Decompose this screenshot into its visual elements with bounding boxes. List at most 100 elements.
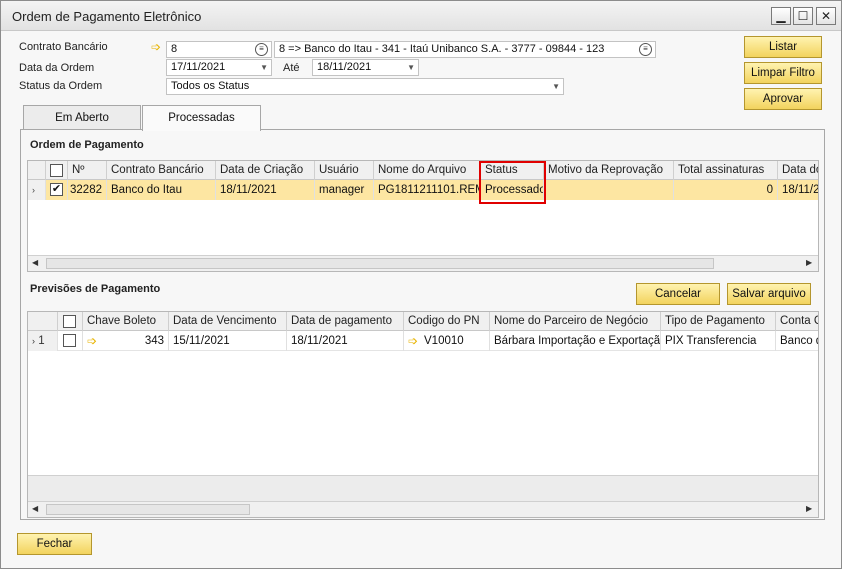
ordem-section-title: Ordem de Pagamento [30,139,144,151]
link-arrow-icon[interactable]: ➩ [87,335,97,347]
grid-footer [28,475,818,501]
payment-order-window: Ordem de Pagamento Eletrônico ▁ ☐ ✕ Cont… [0,0,842,569]
contrato-value: 8 [171,43,178,55]
cell-data-criacao: 18/11/2021 [216,180,315,200]
previsoes-grid-header: Chave Boleto Data de Vencimento Data de … [28,312,818,331]
tab-em-aberto[interactable]: Em Aberto [23,105,141,130]
row-header-column [28,312,58,331]
maximize-button[interactable]: ☐ [793,7,813,25]
previsoes-horizontal-scrollbar[interactable]: ◀ ▶ [28,501,818,517]
scroll-left-icon[interactable]: ◀ [32,258,38,267]
cell-data-do: 18/11/2 [782,184,818,196]
scrollbar-thumb[interactable] [46,504,250,515]
status-select-value: Todos os Status [171,80,250,92]
col-chave-boleto[interactable]: Chave Boleto [83,312,169,331]
link-arrow-icon[interactable]: ➩ [151,41,161,53]
salvar-arquivo-button[interactable]: Salvar arquivo [727,283,811,305]
cell-contrato: Banco do Itau [107,180,216,200]
cell-motivo [544,180,674,200]
cell-conta: Banco d [780,335,818,347]
cell-parceiro: Bárbara Importação e Exportação [490,331,661,351]
col-tipo-pagamento[interactable]: Tipo de Pagamento [661,312,776,331]
col-conta[interactable]: Conta C [776,312,818,331]
choose-list-icon[interactable]: ≡ [255,43,268,56]
date-to-input[interactable]: 18/11/2021 ▼ [312,59,419,76]
scrollbar-thumb[interactable] [46,258,714,269]
scroll-left-icon[interactable]: ◀ [32,504,38,513]
col-total-assinaturas[interactable]: Total assinaturas [674,161,778,180]
fechar-button[interactable]: Fechar [17,533,92,555]
window-title: Ordem de Pagamento Eletrônico [12,9,202,24]
row-header-column [28,161,46,180]
link-arrow-icon[interactable]: ➩ [408,335,418,347]
select-all-column[interactable] [58,312,83,331]
close-button[interactable]: ✕ [816,7,836,25]
contrato-desc-text: 8 => Banco do Itau - 341 - Itaú Unibanco… [279,43,605,55]
col-data-do[interactable]: Data do [778,161,818,180]
chevron-down-icon[interactable]: ▼ [407,60,415,75]
previsoes-grid: Chave Boleto Data de Vencimento Data de … [27,311,819,518]
scroll-right-icon[interactable]: ▶ [806,504,812,513]
date-from-value: 17/11/2021 [171,61,226,73]
chave-value: 343 [144,335,164,347]
data-ordem-label: Data da Ordem [19,62,95,74]
aprovar-button[interactable]: Aprovar [744,88,822,110]
col-data-criacao[interactable]: Data de Criação [216,161,315,180]
select-all-column[interactable] [46,161,68,180]
row-select-cell[interactable] [58,331,83,351]
tab-processadas[interactable]: Processadas [142,105,261,131]
date-from-input[interactable]: 17/11/2021 ▼ [166,59,272,76]
row-index: 1 [38,335,45,347]
cell-data-vencimento: 15/11/2021 [169,331,287,351]
cell-codigo-pn: ➩ V10010 [404,331,490,351]
title-bar: Ordem de Pagamento Eletrônico ▁ ☐ ✕ [1,1,841,31]
col-parceiro[interactable]: Nome do Parceiro de Negócio [490,312,661,331]
col-motivo[interactable]: Motivo da Reprovação [544,161,674,180]
contrato-description: 8 => Banco do Itau - 341 - Itaú Unibanco… [274,41,656,58]
ate-label: Até [283,62,300,74]
row-select-cell[interactable]: ✔ [46,180,68,200]
cell-data-pagamento: 18/11/2021 [287,331,404,351]
status-ordem-label: Status da Ordem [19,80,103,92]
table-row[interactable]: › ✔ 32282 Banco do Itau 18/11/2021 manag… [28,180,818,200]
ordem-grid-header: Nº Contrato Bancário Data de Criação Usu… [28,161,818,180]
col-numero[interactable]: Nº [68,161,107,180]
status-highlight-box [479,161,546,204]
ordem-grid: Nº Contrato Bancário Data de Criação Usu… [27,160,819,272]
col-arquivo[interactable]: Nome do Arquivo [374,161,481,180]
table-row[interactable]: › 1 ➩ 343 15/11/2021 18/11/2021 ➩ V10010 B… [28,331,818,351]
col-contrato[interactable]: Contrato Bancário [107,161,216,180]
status-select[interactable]: Todos os Status ▼ [166,78,564,95]
ordem-horizontal-scrollbar[interactable]: ◀ ▶ [28,255,818,271]
chevron-down-icon[interactable]: ▼ [552,79,560,94]
row-checkbox[interactable]: ✔ [50,183,63,196]
col-data-pagamento[interactable]: Data de pagamento [287,312,404,331]
cell-usuario: manager [315,180,374,200]
limpar-filtro-button[interactable]: Limpar Filtro [744,62,822,84]
cell-numero: 32282 [68,180,107,200]
contrato-label: Contrato Bancário [19,41,108,53]
row-checkbox[interactable] [63,334,76,347]
cancelar-button[interactable]: Cancelar [636,283,720,305]
row-index-cell: › 1 [28,331,58,351]
col-data-vencimento[interactable]: Data de Vencimento [169,312,287,331]
choose-list-icon[interactable]: ≡ [639,43,652,56]
select-all-checkbox[interactable] [63,315,76,328]
col-usuario[interactable]: Usuário [315,161,374,180]
cell-chave-boleto: ➩ 343 [83,331,169,351]
select-all-checkbox[interactable] [50,164,63,177]
row-pointer-icon: › [32,336,35,346]
contrato-input[interactable]: 8 ≡ [166,41,272,58]
listar-button[interactable]: Listar [744,36,822,58]
col-codigo-pn[interactable]: Codigo do PN [404,312,490,331]
cell-arquivo: PG1811211101.REM [374,180,481,200]
minimize-button[interactable]: ▁ [771,7,791,25]
tab-panel: Ordem de Pagamento Nº Contrato Bancário … [20,129,825,520]
previsoes-section-title: Previsões de Pagamento [30,283,161,295]
cell-total-assinaturas: 0 [674,180,778,200]
row-pointer-icon: › [28,180,46,200]
scroll-right-icon[interactable]: ▶ [806,258,812,267]
chevron-down-icon[interactable]: ▼ [260,60,268,75]
cell-tipo-pagamento: PIX Transferencia [661,331,776,351]
codigo-value: V10010 [424,335,464,347]
